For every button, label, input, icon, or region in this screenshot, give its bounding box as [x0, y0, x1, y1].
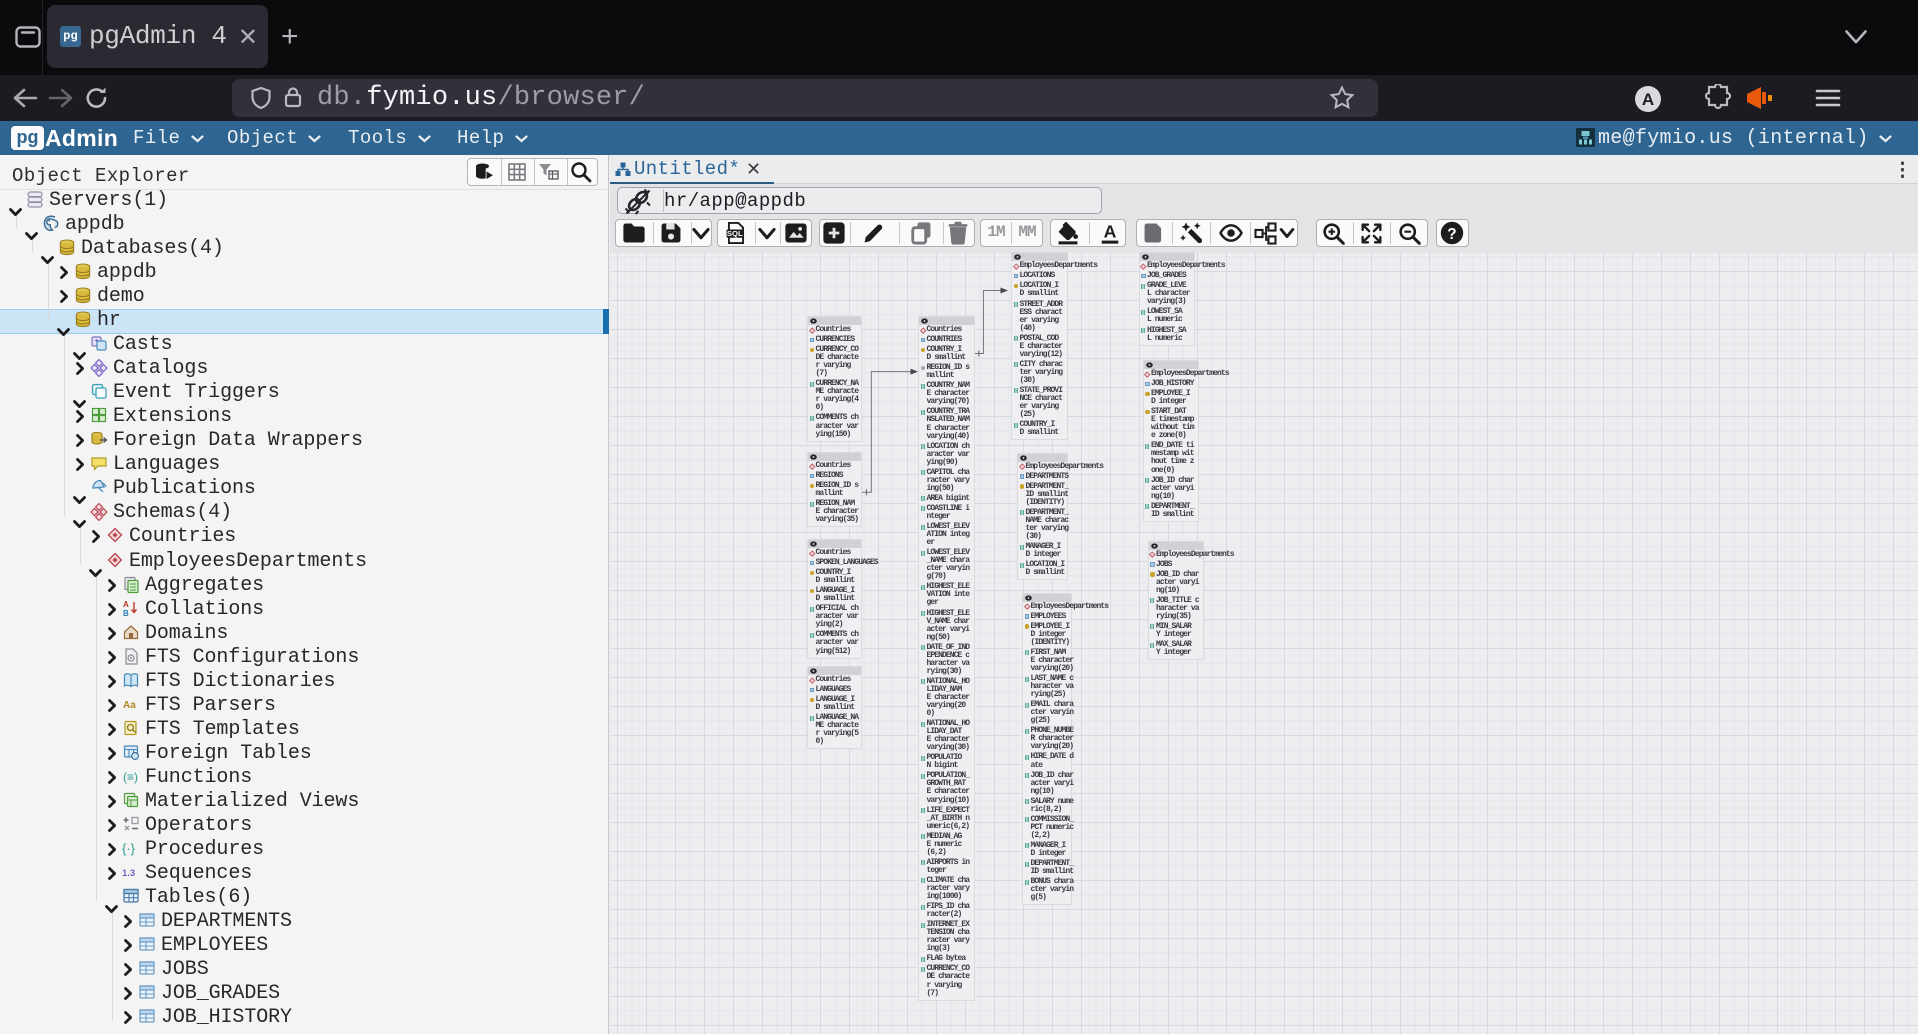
svg-text:(≡): (≡) [123, 770, 138, 784]
svg-text:A: A [1642, 90, 1654, 109]
svg-text:1.3: 1.3 [122, 868, 135, 879]
svg-text:SQL: SQL [727, 229, 743, 238]
svg-text:{·}: {·} [122, 841, 136, 856]
svg-text:?: ? [1447, 226, 1456, 243]
svg-text:B: B [123, 609, 129, 618]
svg-text:A: A [1104, 222, 1117, 241]
svg-text:A: A [123, 600, 129, 609]
svg-text:Aa: Aa [123, 700, 136, 711]
